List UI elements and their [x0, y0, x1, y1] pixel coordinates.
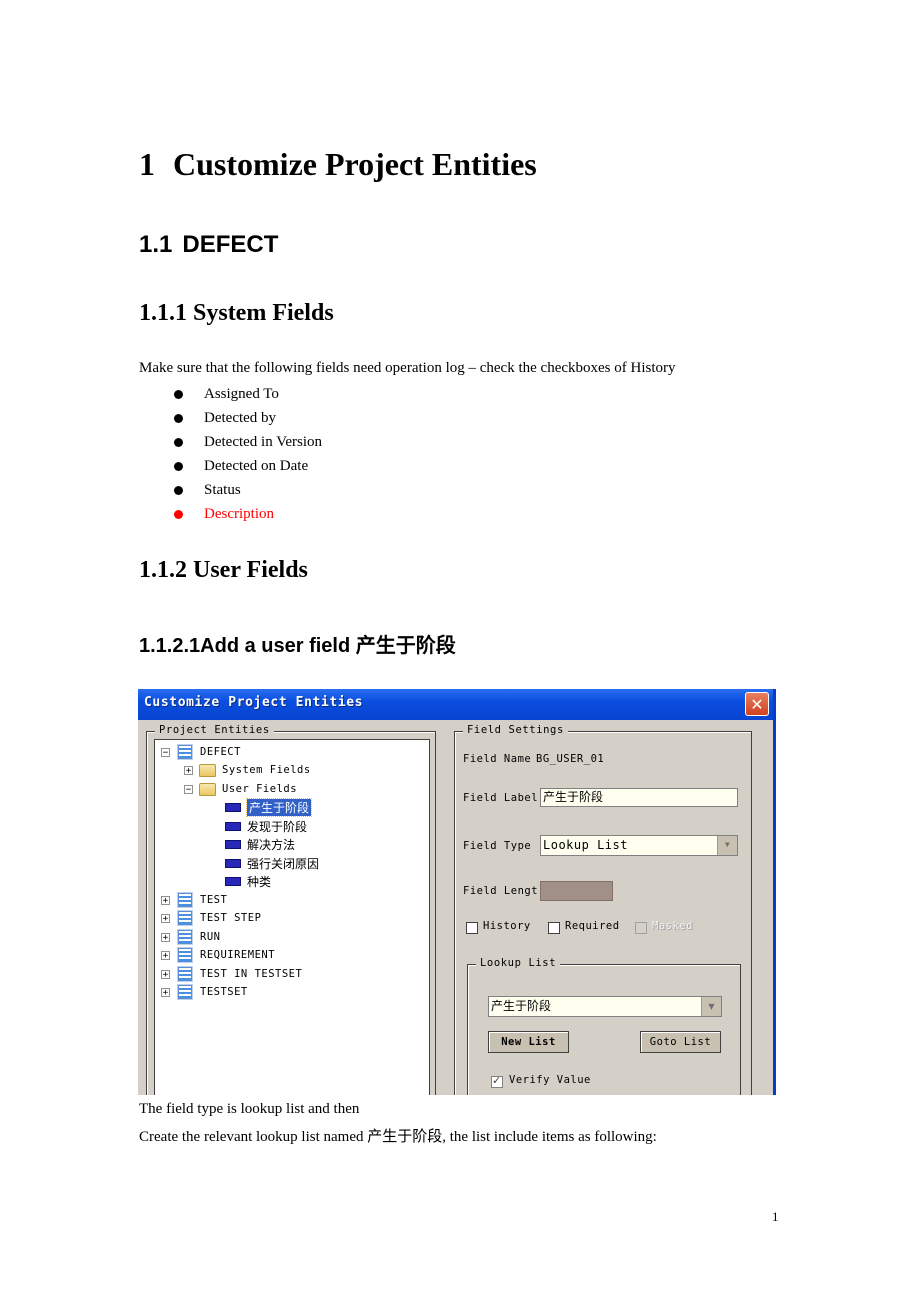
- goto-list-button[interactable]: Goto List: [640, 1031, 721, 1053]
- bullet-icon: [174, 486, 183, 495]
- dialog-titlebar: Customize Project Entities ✕: [138, 689, 773, 720]
- dialog-title: Customize Project Entities: [144, 695, 364, 710]
- tree-node-entity[interactable]: + RUN: [161, 928, 220, 946]
- folder-icon: [199, 782, 216, 796]
- required-checkbox[interactable]: [548, 922, 560, 934]
- required-label: Required: [565, 920, 620, 932]
- expand-icon[interactable]: +: [161, 987, 170, 997]
- expand-icon[interactable]: +: [161, 895, 170, 905]
- heading-add-user-field: 1.1.2.1Add a user field 产生于阶段: [139, 635, 456, 657]
- folder-icon: [199, 763, 216, 777]
- field-name-label: Field Name: [463, 753, 532, 765]
- tree-node-user-fields[interactable]: − User Fields: [184, 780, 297, 798]
- close-icon: ✕: [750, 695, 764, 714]
- field-type-select[interactable]: Lookup List ▼: [540, 835, 738, 856]
- entity-table-icon: [178, 930, 192, 944]
- field-label-label: Field Label: [463, 792, 539, 804]
- bullet-icon: [174, 390, 183, 399]
- masked-checkbox: [635, 922, 647, 934]
- list-item: Assigned To: [172, 384, 322, 408]
- tree-node-entity[interactable]: + TEST: [161, 891, 227, 909]
- bullet-icon: [174, 414, 183, 423]
- field-icon: [225, 839, 241, 849]
- list-item: Detected in Version: [172, 432, 322, 456]
- expand-icon[interactable]: +: [161, 913, 170, 923]
- chevron-down-icon[interactable]: ▼: [717, 836, 737, 855]
- entity-table-icon: [178, 745, 192, 759]
- tree-node-entity[interactable]: + REQUIREMENT: [161, 946, 275, 964]
- bullet-icon: [174, 510, 183, 519]
- history-label: History: [483, 920, 531, 932]
- masked-label: Masked: [652, 920, 693, 932]
- entity-table-icon: [178, 911, 192, 925]
- lookup-list-select[interactable]: 产生于阶段 ▼: [488, 996, 722, 1017]
- tree-node-user-field[interactable]: 解决方法: [225, 835, 295, 853]
- field-length-label: Field Lengt: [463, 885, 539, 897]
- after-paragraph-1: The field type is lookup list and then: [139, 1101, 360, 1117]
- heading-2: 1.1 DEFECT: [139, 231, 278, 259]
- field-icon: [225, 876, 241, 886]
- expand-icon[interactable]: +: [161, 969, 170, 979]
- entity-table-icon: [178, 967, 192, 981]
- page-number: 1: [772, 1209, 779, 1224]
- tree-node-user-field[interactable]: 产生于阶段: [225, 797, 313, 817]
- history-checkbox[interactable]: [466, 922, 478, 934]
- entity-table-icon: [178, 893, 192, 907]
- after-paragraph-2: Create the relevant lookup list named 产生…: [139, 1129, 657, 1145]
- tree-node-system-fields[interactable]: + System Fields: [184, 761, 311, 779]
- tree-node-entity[interactable]: + TEST STEP: [161, 909, 261, 927]
- lookup-list-label: Lookup List: [476, 957, 561, 969]
- heading-user-fields: 1.1.2 User Fields: [139, 557, 308, 583]
- field-icon: [225, 821, 241, 831]
- list-item: Detected on Date: [172, 456, 322, 480]
- heading-1-number: 1: [139, 146, 155, 182]
- close-button[interactable]: ✕: [745, 692, 769, 716]
- field-icon: [225, 802, 241, 812]
- expand-icon[interactable]: +: [161, 950, 170, 960]
- heading-1: 1 Customize Project Entities: [139, 146, 537, 183]
- entity-table-icon: [178, 948, 192, 962]
- heading-2-number: 1.1: [139, 231, 173, 258]
- field-type-label: Field Type: [463, 840, 532, 852]
- field-name-value: BG_USER_01: [536, 753, 605, 765]
- bullet-icon: [174, 438, 183, 447]
- tree-node-entity[interactable]: + TESTSET: [161, 983, 248, 1001]
- field-settings-label: Field Settings: [463, 724, 568, 736]
- list-item: Status: [172, 480, 322, 504]
- tree-node-user-field[interactable]: 发现于阶段: [225, 817, 307, 835]
- project-entities-label: Project Entities: [155, 724, 274, 736]
- field-length-input: [540, 881, 613, 901]
- collapse-icon[interactable]: −: [161, 747, 170, 757]
- customize-entities-dialog: Customize Project Entities ✕ Project Ent…: [138, 689, 776, 1095]
- tree-node-user-field[interactable]: 种类: [225, 872, 271, 890]
- expand-icon[interactable]: +: [184, 765, 193, 775]
- entity-table-icon: [178, 985, 192, 999]
- heading-system-fields: 1.1.1 System Fields: [139, 300, 334, 326]
- collapse-icon[interactable]: −: [184, 784, 193, 794]
- tree-node-user-field[interactable]: 强行关闭原因: [225, 854, 319, 872]
- field-icon: [225, 858, 241, 868]
- new-list-button[interactable]: New List: [488, 1031, 569, 1053]
- intro-paragraph: Make sure that the following fields need…: [139, 360, 676, 376]
- heading-1-text: Customize Project Entities: [173, 146, 537, 182]
- history-fields-list: Assigned To Detected by Detected in Vers…: [172, 384, 322, 528]
- list-item: Detected by: [172, 408, 322, 432]
- tree-node-entity[interactable]: + TEST IN TESTSET: [161, 965, 302, 983]
- tree-node-defect[interactable]: − DEFECT: [161, 743, 241, 761]
- heading-2-text: DEFECT: [182, 231, 279, 258]
- chevron-down-icon[interactable]: ▼: [701, 997, 721, 1016]
- bullet-icon: [174, 462, 183, 471]
- list-item-highlighted: Description: [172, 504, 322, 528]
- verify-value-checkbox[interactable]: [491, 1074, 503, 1088]
- expand-icon[interactable]: +: [161, 932, 170, 942]
- entities-tree[interactable]: − DEFECT + System Fields − User Fields 产…: [154, 739, 430, 1095]
- verify-value-label: Verify Value: [509, 1074, 591, 1086]
- field-label-input[interactable]: 产生于阶段: [540, 788, 738, 807]
